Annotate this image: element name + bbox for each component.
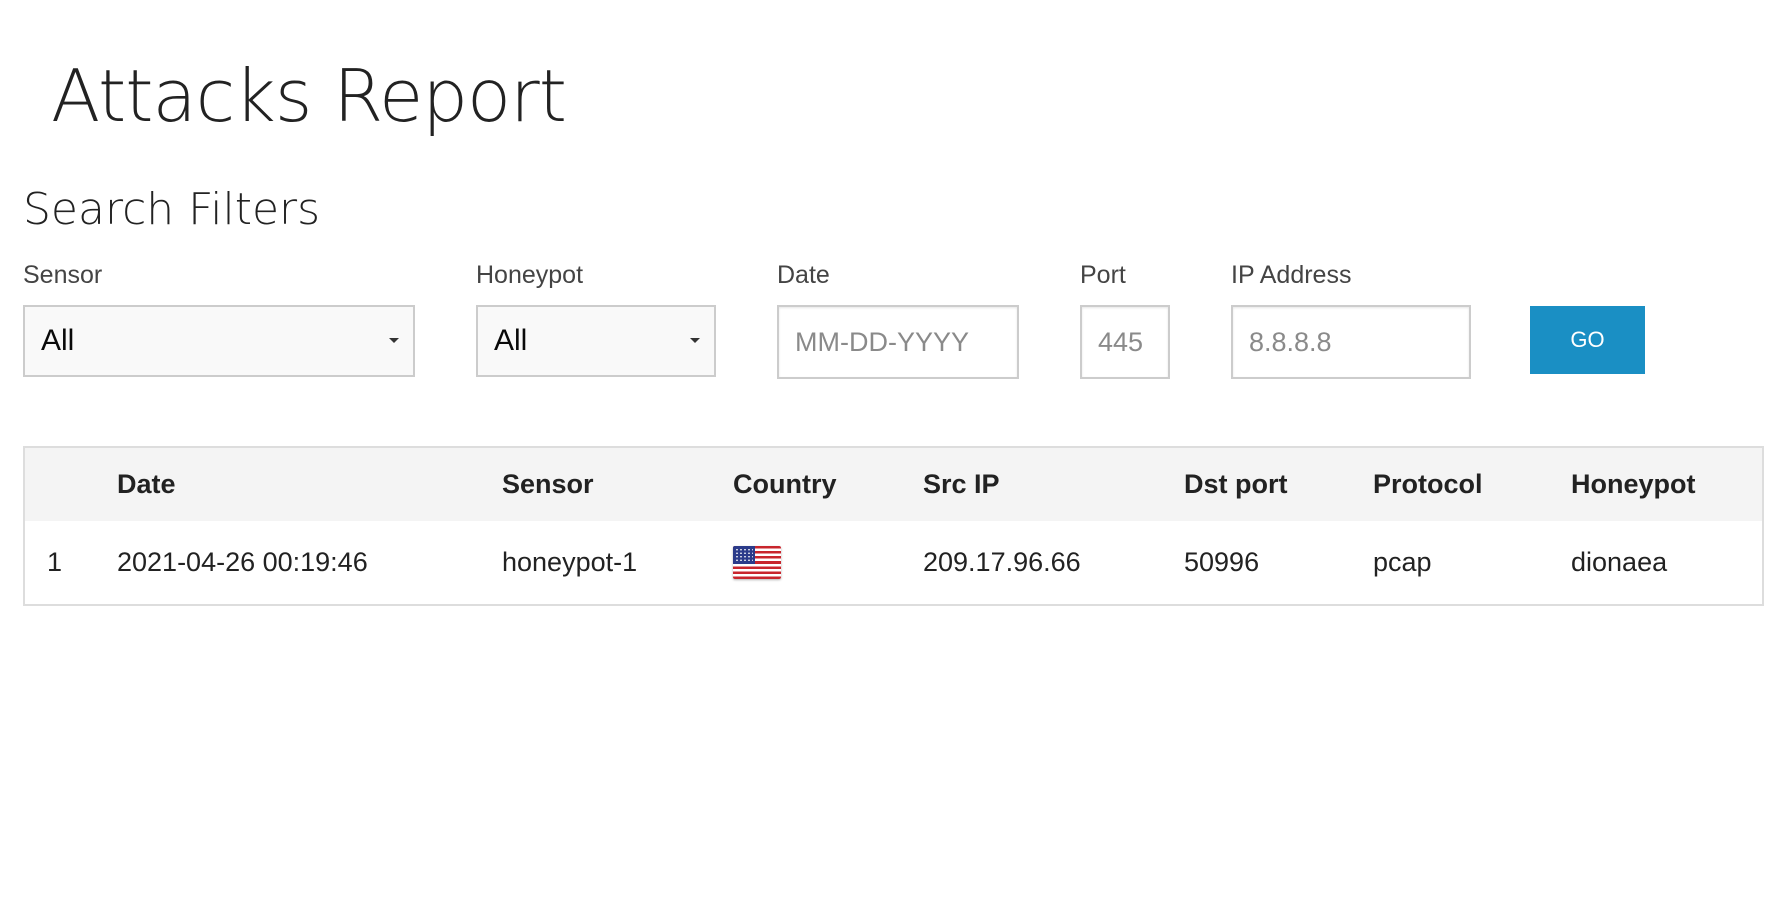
page-title: Attacks Report [51, 54, 567, 138]
row-dst-port: 50996 [1184, 547, 1260, 577]
date-input[interactable] [777, 305, 1019, 379]
sensor-filter: Sensor All [23, 260, 415, 377]
column-header-protocol[interactable]: Protocol [1373, 448, 1571, 521]
column-header-country[interactable]: Country [733, 448, 923, 521]
column-header-sensor[interactable]: Sensor [502, 448, 733, 521]
column-header-dst-port[interactable]: Dst port [1184, 448, 1373, 521]
row-protocol: pcap [1373, 547, 1432, 577]
honeypot-label: Honeypot [476, 261, 584, 289]
flag-canton [733, 546, 755, 565]
row-index: 1 [47, 547, 63, 577]
column-header-index [25, 448, 117, 521]
ip-address-filter: IP Address [1231, 260, 1471, 379]
row-sensor: honeypot-1 [502, 547, 638, 577]
results-table: Date Sensor Country Src IP Dst port Prot… [25, 448, 1762, 604]
port-label: Port [1080, 261, 1126, 289]
date-label: Date [777, 261, 830, 289]
sensor-select[interactable]: All [23, 305, 415, 377]
column-header-date[interactable]: Date [117, 448, 502, 521]
us-flag-icon [733, 546, 781, 580]
port-input[interactable] [1080, 305, 1170, 379]
honeypot-select-value: All [494, 324, 528, 357]
ip-address-input[interactable] [1231, 305, 1471, 379]
chevron-down-icon [389, 338, 399, 343]
row-honeypot: dionaea [1571, 547, 1668, 577]
go-button[interactable]: GO [1530, 306, 1645, 374]
honeypot-filter: Honeypot All [476, 260, 716, 377]
ip-address-label: IP Address [1231, 261, 1352, 289]
attacks-report-page: Attacks Report Search Filters Sensor All… [0, 0, 1780, 904]
table-row[interactable]: 1 2021-04-26 00:19:46 honeypot-1 209.17.… [25, 521, 1762, 604]
row-src-ip: 209.17.96.66 [923, 547, 1081, 577]
results-table-container: Date Sensor Country Src IP Dst port Prot… [23, 446, 1764, 606]
table-header-row: Date Sensor Country Src IP Dst port Prot… [25, 448, 1762, 521]
column-header-src-ip[interactable]: Src IP [923, 448, 1184, 521]
sensor-label: Sensor [23, 261, 103, 289]
honeypot-select[interactable]: All [476, 305, 716, 377]
port-filter: Port [1080, 260, 1170, 379]
column-header-honeypot[interactable]: Honeypot [1571, 448, 1762, 521]
row-country [733, 521, 923, 604]
date-filter: Date [777, 260, 1019, 379]
chevron-down-icon [690, 338, 700, 343]
row-date: 2021-04-26 00:19:46 [117, 547, 368, 577]
search-filters-heading: Search Filters [23, 184, 321, 235]
sensor-select-value: All [41, 324, 75, 357]
